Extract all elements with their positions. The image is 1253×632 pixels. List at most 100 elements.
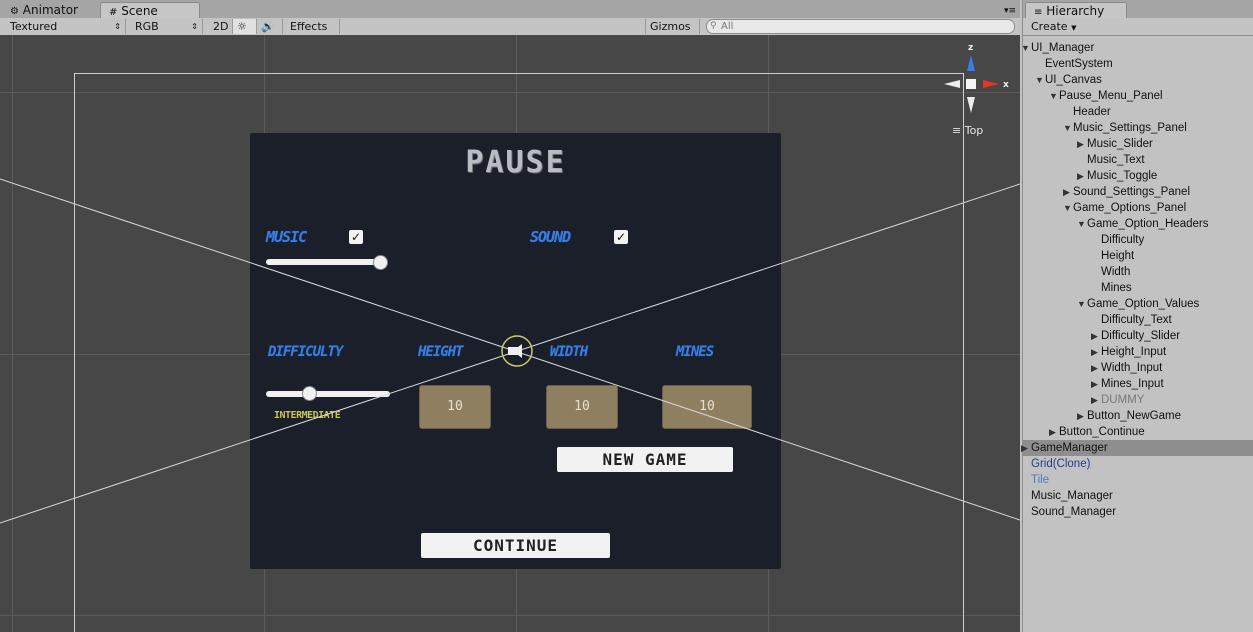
scene-viewport[interactable]: PAUSE MUSIC ✓ SOUND ✓ DIFFICULTY HEIGHT … <box>0 35 1020 632</box>
expand-arrow-right-icon[interactable]: ▶ <box>1091 376 1098 392</box>
panel-menu-icon[interactable]: ▾≡ <box>1004 6 1016 16</box>
hierarchy-item[interactable]: ▼ Game_Option_Headers <box>1023 216 1253 232</box>
axis-x-label: x <box>1003 80 1009 90</box>
audio-toggle-button[interactable]: 🔊 <box>257 19 283 34</box>
hierarchy-item[interactable]: Difficulty <box>1023 232 1253 248</box>
hierarchy-item[interactable]: ▶ Difficulty_Slider <box>1023 328 1253 344</box>
expand-arrow-right-icon[interactable]: ▶ <box>1091 344 1098 360</box>
axis-neg-z-cone-icon[interactable] <box>967 97 975 113</box>
gizmos-dropdown[interactable]: Gizmos ▼ <box>645 19 700 47</box>
2d-label: 2D <box>213 20 229 33</box>
expand-arrow-down-icon[interactable]: ▼ <box>1063 120 1072 136</box>
axis-z-label: z <box>968 43 974 53</box>
hierarchy-item-label: Game_Option_Headers <box>1087 218 1209 230</box>
expand-arrow-right-icon[interactable]: ▶ <box>1077 168 1084 184</box>
scene-window: ⚙ Animator # Scene ▾≡ Textured ⇕ RGB ⇕ 2… <box>0 0 1020 632</box>
hierarchy-item[interactable]: ▶ Button_NewGame <box>1023 408 1253 424</box>
effects-dropdown[interactable]: Effects ▼ <box>286 19 340 47</box>
hierarchy-item[interactable]: ▶ Sound_Settings_Panel <box>1023 184 1253 200</box>
hierarchy-item[interactable]: Tile <box>1023 472 1253 488</box>
hierarchy-item[interactable]: ▶ Width_Input <box>1023 360 1253 376</box>
hierarchy-item[interactable]: ▼ UI_Manager <box>1021 40 1253 56</box>
hierarchy-item[interactable]: ▼ UI_Canvas <box>1023 72 1253 88</box>
hierarchy-item-label: Difficulty_Text <box>1101 314 1172 326</box>
hierarchy-item-label: Music_Text <box>1087 154 1145 166</box>
hierarchy-item-label: Music_Settings_Panel <box>1073 122 1187 134</box>
hierarchy-item-label: Tile <box>1031 474 1050 486</box>
dropdown-arrows-icon: ⇕ <box>191 22 198 31</box>
create-dropdown[interactable]: Create ▼ <box>1031 19 1076 34</box>
hierarchy-item-label: Grid(Clone) <box>1031 458 1091 470</box>
hierarchy-item-label: Button_NewGame <box>1087 410 1181 422</box>
hierarchy-item[interactable]: ▼ Music_Settings_Panel <box>1023 120 1253 136</box>
list-icon: ≡ <box>1034 7 1043 18</box>
hierarchy-item[interactable]: ▶ Height_Input <box>1023 344 1253 360</box>
hierarchy-item-label: DUMMY <box>1101 394 1145 406</box>
hierarchy-item-label: Difficulty <box>1101 234 1145 246</box>
hierarchy-item-label: UI_Manager <box>1031 42 1095 54</box>
expand-arrow-down-icon[interactable]: ▼ <box>1035 72 1044 88</box>
expand-arrow-right-icon[interactable]: ▶ <box>1091 328 1098 344</box>
hierarchy-item[interactable]: Music_Text <box>1023 152 1253 168</box>
hierarchy-item[interactable]: ▼ Game_Options_Panel <box>1023 200 1253 216</box>
hierarchy-item-label: EventSystem <box>1045 58 1113 70</box>
expand-arrow-down-icon[interactable]: ▼ <box>1049 88 1058 104</box>
hierarchy-item[interactable]: Music_Manager <box>1023 488 1253 504</box>
hierarchy-item-label: Music_Toggle <box>1087 170 1158 182</box>
tab-animator-label: Animator <box>22 3 78 17</box>
gizmo-center-cube[interactable] <box>966 79 976 89</box>
hierarchy-item-label: GameManager <box>1031 442 1108 454</box>
hierarchy-item[interactable]: ▶ GameManager <box>1021 440 1253 456</box>
axis-z-cone-icon[interactable] <box>967 55 975 71</box>
hierarchy-item[interactable]: Header <box>1023 104 1253 120</box>
hierarchy-item-label: Pause_Menu_Panel <box>1059 90 1163 102</box>
shading-mode-label: Textured <box>10 20 58 33</box>
expand-arrow-down-icon[interactable]: ▼ <box>1063 200 1072 216</box>
hierarchy-item[interactable]: Sound_Manager <box>1023 504 1253 520</box>
hierarchy-item-label: Sound_Manager <box>1031 506 1117 518</box>
lighting-toggle-button[interactable]: ☼ <box>233 19 257 34</box>
search-icon: ⚲ <box>710 21 717 31</box>
hierarchy-item[interactable]: ▼ Pause_Menu_Panel <box>1023 88 1253 104</box>
hierarchy-item[interactable]: EventSystem <box>1023 56 1253 72</box>
expand-arrow-down-icon[interactable]: ▼ <box>1021 40 1030 56</box>
expand-arrow-right-icon[interactable]: ▶ <box>1021 440 1028 456</box>
hierarchy-item[interactable]: Difficulty_Text <box>1023 312 1253 328</box>
expand-arrow-down-icon[interactable]: ▼ <box>1077 296 1086 312</box>
hierarchy-item[interactable]: ▶ Music_Slider <box>1023 136 1253 152</box>
tab-hierarchy-label: Hierarchy <box>1046 4 1105 18</box>
hierarchy-item[interactable]: ▶ DUMMY <box>1023 392 1253 408</box>
scene-orientation-gizmo[interactable]: z x ≡ Top <box>930 43 1020 143</box>
hierarchy-item[interactable]: Grid(Clone) <box>1023 456 1253 472</box>
color-mode-dropdown[interactable]: RGB ⇕ <box>131 19 203 34</box>
expand-arrow-right-icon[interactable]: ▶ <box>1091 360 1098 376</box>
tab-hierarchy[interactable]: ≡ Hierarchy <box>1025 2 1127 19</box>
2d-toggle-button[interactable]: 2D <box>209 19 233 34</box>
search-input[interactable]: ⚲ All <box>706 19 1015 34</box>
hierarchy-item[interactable]: Width <box>1023 264 1253 280</box>
hierarchy-item[interactable]: ▼ Game_Option_Values <box>1023 296 1253 312</box>
hierarchy-item[interactable]: ▶ Button_Continue <box>1023 424 1253 440</box>
camera-icon[interactable] <box>508 344 522 358</box>
tab-animator[interactable]: ⚙ Animator <box>2 2 86 18</box>
animator-icon: ⚙ <box>10 6 19 17</box>
hierarchy-item-label: Mines_Input <box>1101 378 1164 390</box>
expand-arrow-right-icon[interactable]: ▶ <box>1077 136 1084 152</box>
axis-neg-x-cone-icon[interactable] <box>944 80 960 88</box>
expand-arrow-right-icon[interactable]: ▶ <box>1091 392 1098 408</box>
expand-arrow-right-icon[interactable]: ▶ <box>1077 408 1084 424</box>
shading-mode-dropdown[interactable]: Textured ⇕ <box>6 19 126 34</box>
axis-x-cone-icon[interactable] <box>983 80 999 88</box>
hierarchy-item-label: Height <box>1101 250 1135 262</box>
tab-scene[interactable]: # Scene <box>100 2 200 19</box>
view-mode-label[interactable]: ≡ Top <box>952 124 983 137</box>
hierarchy-item[interactable]: Mines <box>1023 280 1253 296</box>
expand-arrow-down-icon[interactable]: ▼ <box>1077 216 1086 232</box>
hierarchy-item[interactable]: ▶ Music_Toggle <box>1023 168 1253 184</box>
hierarchy-item[interactable]: Height <box>1023 248 1253 264</box>
hierarchy-item[interactable]: ▶ Mines_Input <box>1023 376 1253 392</box>
expand-arrow-right-icon[interactable]: ▶ <box>1049 424 1056 440</box>
camera-frustum <box>0 178 1020 524</box>
expand-arrow-right-icon[interactable]: ▶ <box>1063 184 1070 200</box>
hierarchy-item-label: Height_Input <box>1101 346 1167 358</box>
